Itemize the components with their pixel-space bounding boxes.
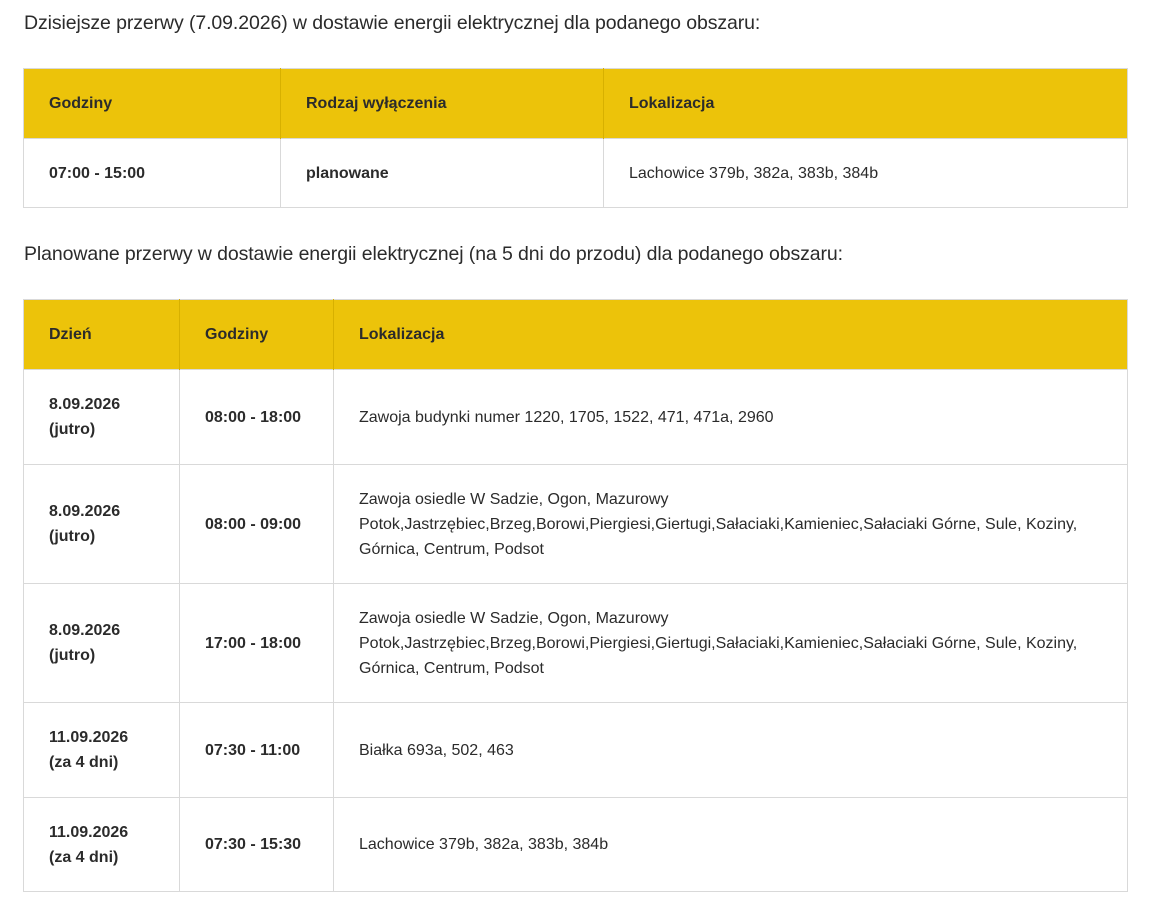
table-row: 8.09.2026 (jutro) 17:00 - 18:00 Zawoja o… — [23, 583, 1128, 703]
today-outages-heading: Dzisiejsze przerwy (7.09.2026) w dostawi… — [24, 12, 761, 34]
cell-hours: 07:00 - 15:00 — [23, 138, 281, 208]
table-row: 11.09.2026 (za 4 dni) 07:30 - 11:00 Biał… — [23, 702, 1128, 798]
column-header-location: Lokalizacja — [333, 299, 1128, 370]
column-header-outage-type: Rodzaj wyłączenia — [280, 68, 604, 139]
cell-day: 8.09.2026 (jutro) — [23, 464, 180, 584]
cell-outage-type: planowane — [280, 138, 604, 208]
day-relative: (jutro) — [49, 528, 96, 545]
location-line: Zawoja budynki numer 1220, 1705, 1522, 4… — [359, 408, 774, 426]
location-line: Lachowice 379b, 382a, 383b, 384b — [359, 836, 609, 853]
table-row: 07:00 - 15:00 planowane Lachowice 379b, … — [23, 138, 1128, 208]
location-line: Górnica, Centrum, Podsot — [359, 659, 544, 677]
cell-location: Lachowice 379b, 382a, 383b, 384b — [603, 138, 1128, 208]
location-line: Białka 693a, 502, 463 — [359, 741, 514, 759]
location-line: Potok,Jastrzębiec,Brzeg,Borowi,Piergiesi… — [359, 634, 1078, 652]
cell-hours: 07:30 - 15:30 — [179, 797, 334, 892]
location-line: Górnica, Centrum, Podsot — [359, 540, 544, 558]
table-row: 8.09.2026 (jutro) 08:00 - 09:00 Zawoja o… — [23, 464, 1128, 584]
cell-day: 8.09.2026 (jutro) — [23, 369, 180, 465]
cell-day: 11.09.2026 (za 4 dni) — [23, 797, 180, 892]
cell-hours: 08:00 - 18:00 — [179, 369, 334, 465]
cell-hours: 17:00 - 18:00 — [179, 583, 334, 703]
day-date: 11.09.2026 — [49, 729, 129, 746]
day-date: 11.09.2026 — [49, 823, 129, 841]
day-relative: (za 4 dni) — [49, 848, 119, 866]
table-row: 11.09.2026 (za 4 dni) 07:30 - 15:30 Lach… — [23, 797, 1128, 892]
location-line: Potok,Jastrzębiec,Brzeg,Borowi,Piergiesi… — [359, 515, 1078, 533]
day-relative: (za 4 dni) — [49, 754, 119, 771]
cell-location: Białka 693a, 502, 463 — [333, 702, 1128, 798]
day-date: 8.09.2026 — [49, 503, 121, 520]
cell-location: Zawoja budynki numer 1220, 1705, 1522, 4… — [333, 369, 1128, 465]
cell-day: 8.09.2026 (jutro) — [23, 583, 180, 703]
cell-location: Lachowice 379b, 382a, 383b, 384b — [333, 797, 1128, 892]
table-row: 8.09.2026 (jutro) 08:00 - 18:00 Zawoja b… — [23, 369, 1128, 465]
planned-outages-heading: Planowane przerwy w dostawie energii ele… — [24, 243, 843, 265]
table-header-row: Godziny Rodzaj wyłączenia Lokalizacja — [23, 68, 1128, 139]
day-relative: (jutro) — [49, 421, 96, 438]
today-outages-table: Godziny Rodzaj wyłączenia Lokalizacja 07… — [23, 68, 1128, 208]
column-header-day: Dzień — [23, 299, 180, 370]
day-relative: (jutro) — [49, 647, 96, 664]
cell-location: Zawoja osiedle W Sadzie, Ogon, Mazurowy … — [333, 464, 1128, 584]
column-header-location: Lokalizacja — [603, 68, 1128, 139]
table-header-row: Dzień Godziny Lokalizacja — [23, 299, 1128, 370]
location-line: Zawoja osiedle W Sadzie, Ogon, Mazurowy — [359, 490, 669, 508]
cell-location: Zawoja osiedle W Sadzie, Ogon, Mazurowy … — [333, 583, 1128, 703]
cell-hours: 07:30 - 11:00 — [179, 702, 334, 798]
column-header-hours: Godziny — [23, 68, 281, 139]
planned-outages-table: Dzień Godziny Lokalizacja 8.09.2026 (jut… — [23, 299, 1128, 892]
location-line: Zawoja osiedle W Sadzie, Ogon, Mazurowy — [359, 609, 669, 627]
column-header-hours: Godziny — [179, 299, 334, 370]
day-date: 8.09.2026 — [49, 622, 121, 639]
day-date: 8.09.2026 — [49, 396, 121, 413]
cell-hours: 08:00 - 09:00 — [179, 464, 334, 584]
cell-day: 11.09.2026 (za 4 dni) — [23, 702, 180, 798]
